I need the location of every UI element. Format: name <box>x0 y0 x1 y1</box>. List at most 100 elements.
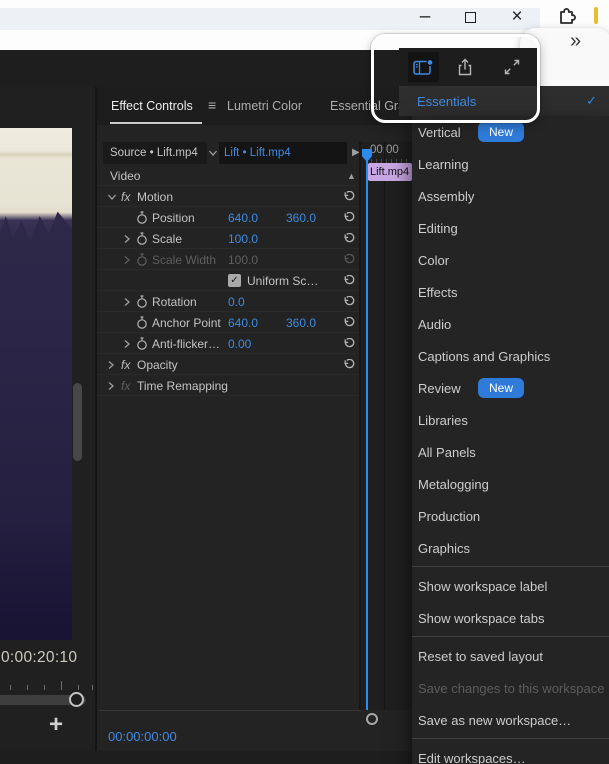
menu-item-learning[interactable]: Learning <box>412 148 609 180</box>
menu-item-libraries[interactable]: Libraries <box>412 404 609 436</box>
yellow-accent-bar <box>594 7 598 24</box>
monitor-scrollbar-thumb[interactable] <box>73 383 82 461</box>
stopwatch-icon[interactable] <box>136 291 148 312</box>
timeline-edge-line <box>384 142 385 710</box>
menu-item-reset-to-saved-layout[interactable]: Reset to saved layout <box>412 640 609 672</box>
row-label: Position <box>152 207 195 228</box>
overflow-chevron-icon[interactable]: » <box>570 30 581 53</box>
row-anti-flicker: Anti-flicker… 0.00 <box>97 333 359 354</box>
stopwatch-icon[interactable] <box>136 207 148 228</box>
uniform-scale-checkbox[interactable]: ✓ <box>228 270 241 291</box>
value[interactable]: 0.00 <box>228 333 251 354</box>
maximize-button[interactable] <box>455 4 485 30</box>
value-y[interactable]: 360.0 <box>286 312 316 333</box>
extensions-puzzle-icon[interactable] <box>553 3 579 29</box>
ruler-tick-tall <box>61 681 62 690</box>
menu-item-metalogging[interactable]: Metalogging <box>412 468 609 500</box>
reset-icon[interactable] <box>342 291 355 312</box>
value-x[interactable]: 640.0 <box>228 207 258 228</box>
reset-icon[interactable] <box>342 312 355 333</box>
row-rotation: Rotation 0.0 <box>97 291 359 312</box>
video-preview <box>0 128 72 640</box>
stopwatch-icon[interactable] <box>136 228 148 249</box>
menu-item-editing[interactable]: Editing <box>412 212 609 244</box>
monitor-timecode[interactable]: 0:00:20:10 <box>1 649 77 667</box>
share-icon <box>455 57 475 77</box>
menu-item-color[interactable]: Color <box>412 244 609 276</box>
monitor-scrub-handle[interactable] <box>69 692 84 707</box>
menu-item-all-panels[interactable]: All Panels <box>412 436 609 468</box>
reset-icon[interactable] <box>342 354 355 375</box>
stopwatch-icon[interactable] <box>136 312 148 333</box>
reset-icon[interactable] <box>342 186 355 207</box>
menu-item-captions-and-graphics[interactable]: Captions and Graphics <box>412 340 609 372</box>
row-label: Video <box>110 165 140 186</box>
reset-icon[interactable] <box>342 207 355 228</box>
active-tab-underline <box>110 122 202 124</box>
twirl-closed-icon[interactable] <box>123 291 131 312</box>
new-badge: New <box>478 122 524 142</box>
row-label: Uniform Sc… <box>247 270 318 291</box>
minimize-button[interactable]: – <box>410 4 440 30</box>
timeline-clip-lift-mp4[interactable]: Lift.mp4 <box>368 163 412 181</box>
menu-item-save-changes: Save changes to this workspace <box>412 672 609 704</box>
check-icon: ✓ <box>586 93 597 109</box>
fx-icon: fx <box>121 375 130 396</box>
reset-icon[interactable] <box>342 228 355 249</box>
menu-item-save-as-new-workspace[interactable]: Save as new workspace… <box>412 704 609 736</box>
value-y[interactable]: 360.0 <box>286 207 316 228</box>
menu-item-edit-workspaces[interactable]: Edit workspaces… <box>412 742 609 764</box>
value[interactable]: 100.0 <box>228 228 258 249</box>
twirl-closed-icon[interactable] <box>123 333 131 354</box>
value[interactable]: 0.0 <box>228 291 245 312</box>
fullscreen-button[interactable] <box>502 57 522 77</box>
menu-item-review[interactable]: Review New <box>412 372 609 404</box>
menu-item-essentials[interactable]: Essentials ✓ <box>399 86 609 116</box>
row-position: Position 640.0 360.0 <box>97 207 359 228</box>
tab-lumetri-color[interactable]: Lumetri Color <box>227 99 302 113</box>
workspace-switcher-button[interactable] <box>408 52 439 82</box>
playhead-line[interactable] <box>366 152 368 710</box>
twirl-closed-icon[interactable] <box>107 354 115 375</box>
reset-icon[interactable] <box>342 270 355 291</box>
chevron-down-icon[interactable] <box>208 149 218 157</box>
twirl-closed-icon[interactable] <box>123 228 131 249</box>
program-monitor-panel: 0:00:20:10 + <box>0 87 95 751</box>
menu-item-show-workspace-tabs[interactable]: Show workspace tabs <box>412 602 609 634</box>
share-export-button[interactable] <box>455 57 475 77</box>
twirl-closed-icon[interactable] <box>107 375 115 396</box>
effect-properties-list: Video ▲ fx Motion Position 640.0 360.0 <box>97 165 359 396</box>
row-label: Anchor Point <box>152 312 221 333</box>
tab-effect-controls[interactable]: Effect Controls <box>111 99 193 113</box>
value-x[interactable]: 640.0 <box>228 312 258 333</box>
effect-controls-mini-timeline[interactable]: 00:00 <box>361 142 412 710</box>
row-label: Opacity <box>137 354 178 375</box>
row-anchor-point: Anchor Point 640.0 360.0 <box>97 312 359 333</box>
timeline-bottom-border <box>99 710 361 711</box>
menu-item-assembly[interactable]: Assembly <box>412 180 609 212</box>
source-clip-selector[interactable]: Source • Lift.mp4 <box>103 142 207 164</box>
twirl-closed-icon[interactable] <box>123 249 131 270</box>
fx-icon: fx <box>121 354 130 375</box>
menu-item-graphics[interactable]: Graphics <box>412 532 609 564</box>
timeline-clip-selector[interactable]: Lift • Lift.mp4 <box>219 142 347 164</box>
ruler-tick <box>10 685 11 690</box>
collapse-icon[interactable]: ▲ <box>347 165 356 186</box>
row-label: Scale Width <box>152 249 216 270</box>
twirl-open-icon[interactable] <box>107 186 117 207</box>
panel-menu-icon[interactable]: ≡ <box>208 97 216 113</box>
menu-item-vertical[interactable]: Vertical New <box>412 116 609 148</box>
menu-item-show-workspace-label[interactable]: Show workspace label <box>412 570 609 602</box>
effect-controls-timecode[interactable]: 00:00:00:00 <box>108 729 177 744</box>
add-button[interactable]: + <box>49 711 63 739</box>
menu-item-effects[interactable]: Effects <box>412 276 609 308</box>
reset-icon[interactable] <box>342 333 355 354</box>
row-label: Time Remapping <box>137 375 228 396</box>
close-button[interactable]: × <box>502 4 532 30</box>
check-icon: ✓ <box>230 275 238 286</box>
stopwatch-icon[interactable] <box>136 333 148 354</box>
menu-separator <box>412 566 609 567</box>
menu-item-audio[interactable]: Audio <box>412 308 609 340</box>
menu-item-production[interactable]: Production <box>412 500 609 532</box>
horizontal-scroll-handle[interactable] <box>366 713 378 725</box>
